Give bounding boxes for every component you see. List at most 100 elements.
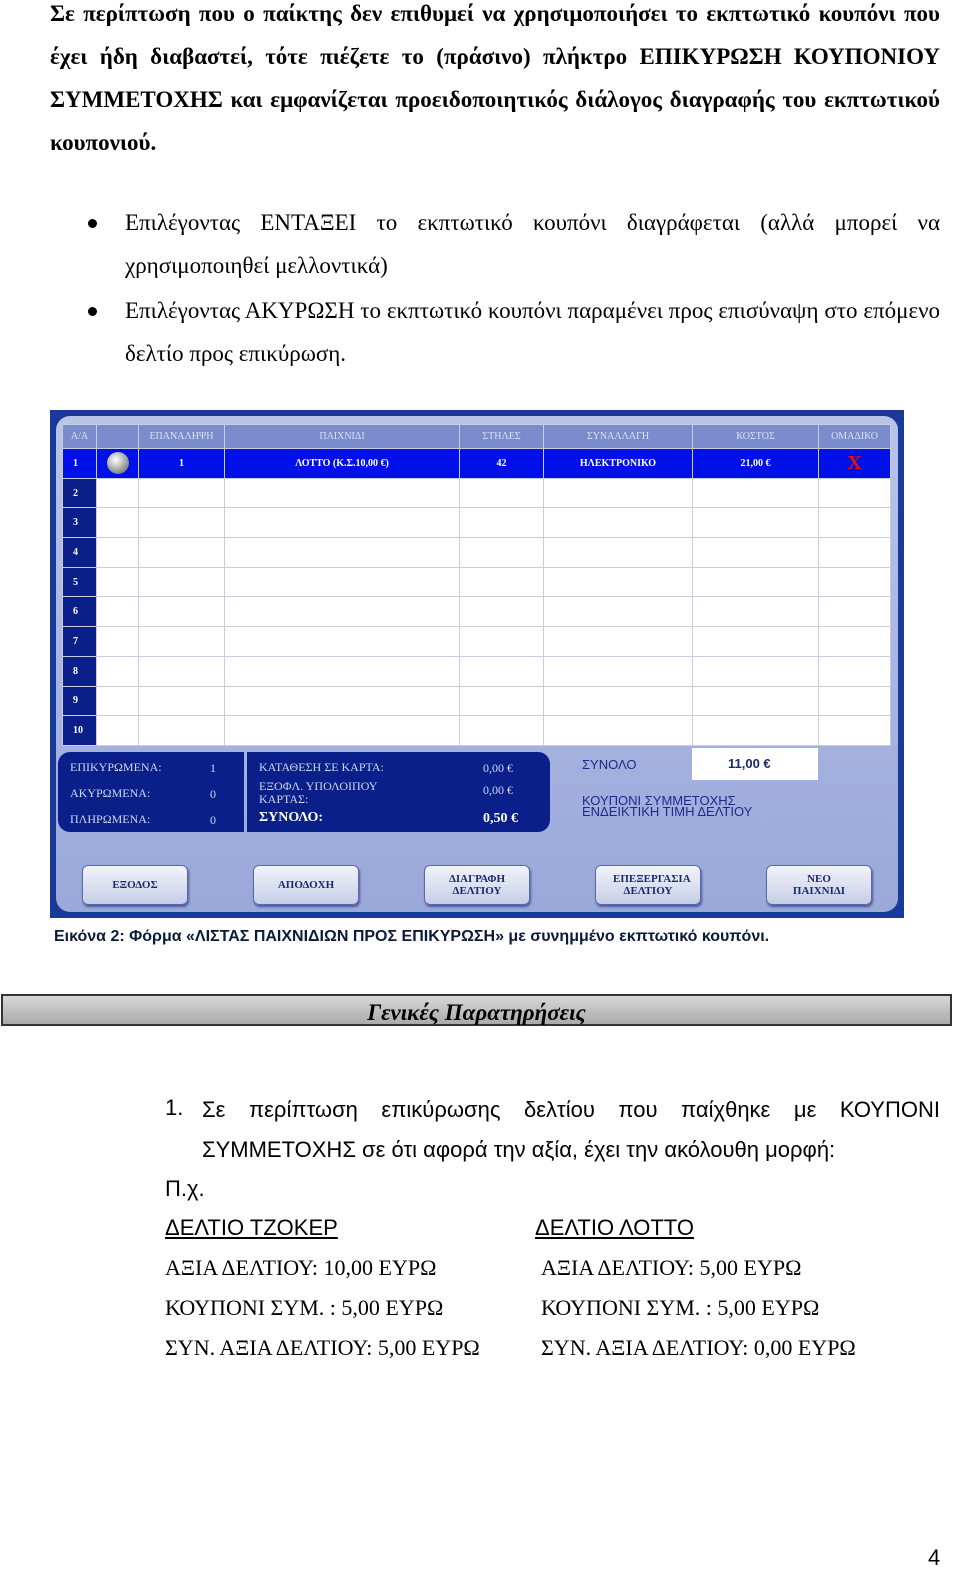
col-header: ΕΠΑΝΑΛΗΨΗ [138, 424, 225, 449]
empty-cell [96, 477, 139, 509]
row-number: 4 [62, 537, 97, 568]
stat-value: 1 [210, 761, 216, 775]
stat-value: 0,00 € [483, 761, 513, 775]
empty-cell [818, 626, 891, 657]
empty-cell [96, 715, 139, 746]
button-label: ΕΠΕΞΕΡΓΑΣΙΑ ΔΕΛΤΙΟΥ [613, 873, 691, 897]
button-5[interactable]: ΝΕΟ ΠΑΙΧΝΙΔΙ [766, 865, 872, 905]
button-1[interactable]: ΕΞΟΔΟΣ [82, 865, 188, 905]
empty-cell [224, 715, 460, 746]
empty-cell [224, 507, 460, 539]
table-row[interactable]: 2 [62, 477, 891, 509]
right-title: ΔΕΛΤΙΟ ΛΟΤΤΟ [535, 1215, 694, 1240]
table-row[interactable]: 7 [62, 626, 891, 657]
group-cell[interactable]: X [818, 448, 891, 479]
empty-cell [818, 566, 891, 598]
row-number: 10 [62, 715, 97, 746]
right-line: ΣΥΝ. ΑΞΙΑ ΔΕΛΤΙΟΥ: 0,00 ΕΥΡΩ [541, 1335, 856, 1360]
delete-x-icon[interactable]: X [847, 452, 861, 474]
col-header [96, 424, 139, 449]
empty-cell [138, 655, 225, 687]
bullet-item: Επιλέγοντας ΕΝΤΑΞΕΙ το εκπτωτικό κουπόνι… [125, 210, 940, 278]
empty-cell [96, 596, 139, 628]
empty-cell [818, 685, 891, 717]
empty-cell [138, 685, 225, 717]
figure-caption: Εικόνα 2: Φόρμα «ΛΙΣΤΑΣ ΠΑΙΧΝΙΔΙΩΝ ΠΡΟΣ … [54, 928, 770, 945]
stat-label: ΑΚΥΡΩΜΕΝΑ: [70, 786, 151, 800]
empty-cell [96, 626, 139, 657]
empty-cell [224, 626, 460, 657]
left-line: ΣΥΝ. ΑΞΙΑ ΔΕΛΤΙΟΥ: 5,00 ΕΥΡΩ [165, 1335, 480, 1360]
row-number: 6 [62, 596, 97, 628]
empty-cell [138, 566, 225, 598]
empty-cell [224, 685, 460, 717]
button-label: ΝΕΟ ΠΑΙΧΝΙΔΙ [792, 873, 846, 897]
stat-value: 0,50 € [483, 811, 518, 826]
empty-cell [459, 507, 544, 539]
empty-cell [224, 596, 460, 628]
empty-cell [138, 507, 225, 539]
empty-cell [138, 537, 225, 568]
columns-cell: 42 [459, 448, 544, 479]
table-row[interactable]: 1 1 ΛΟΤΤΟ (Κ.Σ.10,00 €) 42 ΗΛΕΚΤΡΟΝΙΚΟ 2… [62, 448, 891, 479]
bullet-item: Επιλέγοντας ΑΚΥΡΩΣΗ το εκπτωτικό κουπόνι… [125, 298, 940, 366]
table-row[interactable]: 8 [62, 655, 891, 687]
button-label: ΕΞΟΔΟΣ [112, 879, 158, 891]
button-2[interactable]: ΑΠΟΔΟΧΗ [253, 865, 359, 905]
example-label: Π.χ. [165, 1176, 205, 1201]
empty-cell [138, 626, 225, 657]
empty-cell [459, 537, 544, 568]
total-label: ΣΥΝΟΛΟ [582, 757, 637, 772]
row-number: 5 [62, 566, 97, 598]
col-header: ΟΜΑΔΙΚΟ [818, 424, 891, 449]
table-row[interactable]: 5 [62, 566, 891, 598]
right-line: ΑΞΙΑ ΔΕΛΤΙΟΥ: 5,00 ΕΥΡΩ [541, 1255, 802, 1280]
button-3[interactable]: ΔΙΑΓΡΑΦΗ ΔΕΛΤΙΟΥ [424, 865, 530, 905]
col-header: ΚΟΣΤΟΣ [692, 424, 819, 449]
table-row[interactable]: 6 [62, 596, 891, 628]
stat-label: ΠΛΗΡΩΜΕΝΑ: [70, 812, 151, 826]
col-header: ΣΥΝΑΛΛΑΓΗ [543, 424, 693, 449]
empty-cell [818, 655, 891, 687]
empty-cell [96, 507, 139, 539]
row-number: 9 [62, 685, 97, 717]
empty-cell [459, 477, 544, 509]
transaction-cell: ΗΛΕΚΤΡΟΝΙΚΟ [543, 448, 693, 479]
bullet-icon [88, 219, 97, 228]
table-row[interactable]: 4 [62, 537, 891, 568]
stats-panel: ΕΠΙΚΥΡΩΜΕΝΑ: 1 ΑΚΥΡΩΜΕΝΑ: 0 ΠΛΗΡΩΜΕΝΑ: 0 [58, 752, 244, 832]
stat-value: 0 [210, 787, 216, 801]
button-4[interactable]: ΕΠΕΞΕΡΓΑΣΙΑ ΔΕΛΤΙΟΥ [595, 865, 701, 905]
empty-cell [692, 685, 819, 717]
empty-cell [96, 685, 139, 717]
empty-cell [543, 566, 693, 598]
empty-cell [96, 655, 139, 687]
left-line: ΑΞΙΑ ΔΕΛΤΙΟΥ: 10,00 ΕΥΡΩ [165, 1255, 437, 1280]
coupon-label: ΚΟΥΠΟΝΙ ΣΥΜΜΕΤΟΧΗΣ ΕΝΔΕΙΚΤΙΚΗ ΤΙΜΗ ΔΕΛΤΙ… [582, 794, 753, 819]
empty-cell [818, 537, 891, 568]
card-panel: ΚΑΤΑΘΕΣΗ ΣΕ ΚΑΡΤΑ: 0,00 € ΕΞΟΦΛ. ΥΠΟΛΟΙΠΟΥ… [247, 752, 550, 832]
games-table: Α/Α ΕΠΑΝΑΛΗΨΗ ΠΑΙΧΝΙΔΙ ΣΤΗΛΕΣ ΣΥΝΑΛΛΑΓΗ … [62, 424, 891, 746]
button-label: ΔΙΑΓΡΑΦΗ ΔΕΛΤΙΟΥ [448, 873, 506, 897]
empty-cell [459, 596, 544, 628]
empty-cell [692, 596, 819, 628]
empty-cell [224, 655, 460, 687]
empty-cell [692, 537, 819, 568]
empty-cell [818, 477, 891, 509]
empty-cell [459, 626, 544, 657]
empty-cell [692, 477, 819, 509]
table-row[interactable]: 10 [62, 715, 891, 746]
empty-cell [818, 507, 891, 539]
empty-cell [543, 507, 693, 539]
left-title: ΔΕΛΤΙΟ ΤΖΟΚΕΡ [165, 1215, 338, 1240]
right-line: ΚΟΥΠΟΝΙ ΣΥΜ. : 5,00 ΕΥΡΩ [541, 1295, 820, 1320]
empty-cell [224, 566, 460, 598]
bullet-icon [88, 307, 97, 316]
empty-cell [543, 477, 693, 509]
table-row[interactable]: 3 [62, 507, 891, 539]
table-row[interactable]: 9 [62, 685, 891, 717]
empty-cell [543, 655, 693, 687]
repeat-cell: 1 [138, 448, 225, 479]
col-header: ΣΤΗΛΕΣ [459, 424, 544, 449]
coupon-line: ΕΝΔΕΙΚΤΙΚΗ ΤΙΜΗ ΔΕΛΤΙΟΥ [582, 804, 753, 819]
